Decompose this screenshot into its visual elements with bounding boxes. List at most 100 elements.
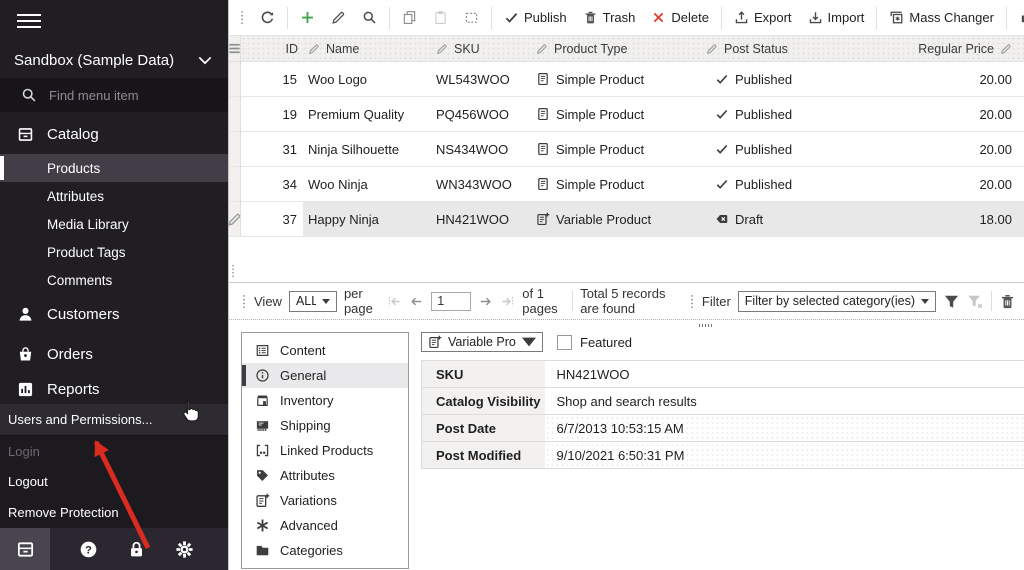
cell-regular-price[interactable]: 20.00 (831, 97, 1024, 131)
export-button[interactable]: Export (727, 5, 799, 31)
cell-id[interactable]: 31 (241, 132, 303, 166)
row-marker[interactable] (229, 202, 241, 236)
sidebar-item-media-library[interactable]: Media Library (0, 210, 228, 238)
menu-toggle-button[interactable] (17, 10, 41, 32)
property-value[interactable]: 6/7/2013 10:53:15 AM (545, 415, 1024, 442)
cell-id[interactable]: 15 (241, 62, 303, 96)
tab-advanced[interactable]: Advanced (242, 513, 408, 538)
cell-regular-price[interactable]: 20.00 (831, 62, 1024, 96)
delete-filter-button[interactable] (999, 290, 1016, 312)
mass-changer-button[interactable]: Mass Changer (882, 5, 1001, 31)
cell-name[interactable]: Happy Ninja (303, 202, 431, 236)
cell-sku[interactable]: NS434WOO (431, 132, 531, 166)
tab-variations[interactable]: Variations (242, 488, 408, 513)
grid-corner-cell[interactable] (229, 36, 241, 61)
prev-page-button[interactable] (409, 291, 424, 311)
cell-post-status[interactable]: Published (701, 167, 831, 201)
store-selector[interactable]: Sandbox (Sample Data) (0, 42, 228, 78)
sidebar-item-logout[interactable]: Logout (0, 466, 228, 497)
sidebar-search[interactable] (0, 78, 228, 112)
table-row[interactable]: 34Woo NinjaWN343WOOSimple ProductPublish… (229, 167, 1024, 202)
column-header-name[interactable]: Name (303, 36, 431, 61)
cell-id[interactable]: 34 (241, 167, 303, 201)
column-header-id[interactable]: ID (241, 36, 303, 61)
settings-button[interactable] (174, 528, 194, 570)
tab-linked-products[interactable]: Linked Products (242, 438, 408, 463)
category-filter-select[interactable]: Filter by selected category(ies) (738, 291, 936, 312)
lock-button[interactable] (126, 528, 146, 570)
tab-general[interactable]: General (242, 363, 408, 388)
table-row[interactable]: 15Woo LogoWL543WOOSimple ProductPublishe… (229, 62, 1024, 97)
tab-inventory[interactable]: Inventory (242, 388, 408, 413)
refresh-button[interactable] (253, 5, 282, 31)
splitter-grip-icon[interactable] (230, 264, 236, 278)
clear-filter-button[interactable] (967, 290, 984, 312)
sidebar-item-remove-protection[interactable]: Remove Protection (0, 497, 228, 528)
cell-id[interactable]: 19 (241, 97, 303, 131)
column-header-sku[interactable]: SKU (431, 36, 531, 61)
cell-product-type[interactable]: Variable Product (531, 202, 701, 236)
sidebar-item-catalog[interactable]: Catalog (0, 114, 228, 154)
cell-name[interactable]: Premium Quality (303, 97, 431, 131)
first-page-button[interactable] (387, 291, 402, 311)
delete-button[interactable]: Delete (644, 5, 716, 31)
tab-attributes[interactable]: Attributes (242, 463, 408, 488)
search-button[interactable] (355, 5, 384, 31)
sidebar-item-product-tags[interactable]: Product Tags (0, 238, 228, 266)
cell-regular-price[interactable]: 18.00 (831, 202, 1024, 236)
cell-sku[interactable]: WL543WOO (431, 62, 531, 96)
trash-button[interactable]: Trash (576, 5, 643, 31)
cell-name[interactable]: Woo Logo (303, 62, 431, 96)
tab-shipping[interactable]: Shipping (242, 413, 408, 438)
cell-post-status[interactable]: Draft (701, 202, 831, 236)
page-size-select[interactable]: ALL (289, 291, 337, 312)
cell-sku[interactable]: WN343WOO (431, 167, 531, 201)
sidebar-item-comments[interactable]: Comments (0, 266, 228, 294)
column-header-status[interactable]: Post Status (701, 36, 831, 61)
last-page-button[interactable] (500, 291, 515, 311)
add-button[interactable] (293, 5, 322, 31)
column-header-price[interactable]: Regular Price (831, 36, 1024, 61)
sidebar-item-customers[interactable]: Customers (0, 294, 228, 334)
property-value[interactable]: 9/10/2021 6:50:31 PM (545, 442, 1024, 469)
pagination-grip-icon[interactable] (241, 294, 247, 309)
publish-button[interactable]: Publish (497, 5, 574, 31)
sidebar-item-products[interactable]: Products (0, 154, 228, 182)
edit-button[interactable] (324, 5, 353, 31)
row-marker[interactable] (229, 132, 241, 166)
paste-button[interactable] (426, 5, 455, 31)
table-row[interactable]: 37Happy NinjaHN421WOOVariable ProductDra… (229, 202, 1024, 237)
cell-product-type[interactable]: Simple Product (531, 132, 701, 166)
cell-id[interactable]: 37 (241, 202, 303, 236)
row-marker[interactable] (229, 97, 241, 131)
sidebar-item-users-and-permissions[interactable]: Users and Permissions... (0, 404, 228, 435)
copy-button[interactable] (395, 5, 424, 31)
cell-name[interactable]: Woo Ninja (303, 167, 431, 201)
table-row[interactable]: 19Premium QualityPQ456WOOSimple ProductP… (229, 97, 1024, 132)
addons-button[interactable]: Addons (1012, 5, 1024, 31)
product-type-select[interactable]: Variable Product (421, 332, 543, 352)
sidebar-item-reports[interactable]: Reports (0, 374, 228, 404)
cell-post-status[interactable]: Published (701, 62, 831, 96)
table-row[interactable]: 31Ninja SilhouetteNS434WOOSimple Product… (229, 132, 1024, 167)
sidebar-item-attributes[interactable]: Attributes (0, 182, 228, 210)
cell-regular-price[interactable]: 20.00 (831, 167, 1024, 201)
cell-post-status[interactable]: Published (701, 132, 831, 166)
import-button[interactable]: Import (801, 5, 872, 31)
row-marker[interactable] (229, 167, 241, 201)
select-special-button[interactable] (457, 5, 486, 31)
filter-grip-icon[interactable] (689, 294, 695, 309)
property-value[interactable]: Shop and search results (545, 388, 1024, 415)
cell-sku[interactable]: HN421WOO (431, 202, 531, 236)
property-value[interactable]: HN421WOO (545, 361, 1024, 388)
apply-filter-button[interactable] (943, 290, 960, 312)
cell-product-type[interactable]: Simple Product (531, 62, 701, 96)
next-page-button[interactable] (478, 291, 493, 311)
store-manager-button[interactable] (0, 528, 50, 570)
toolbar-grip-icon[interactable] (239, 10, 245, 25)
featured-checkbox[interactable] (557, 335, 572, 350)
column-header-type[interactable]: Product Type (531, 36, 701, 61)
tab-categories[interactable]: Categories (242, 538, 408, 563)
page-number-input[interactable] (431, 292, 471, 311)
row-marker[interactable] (229, 62, 241, 96)
